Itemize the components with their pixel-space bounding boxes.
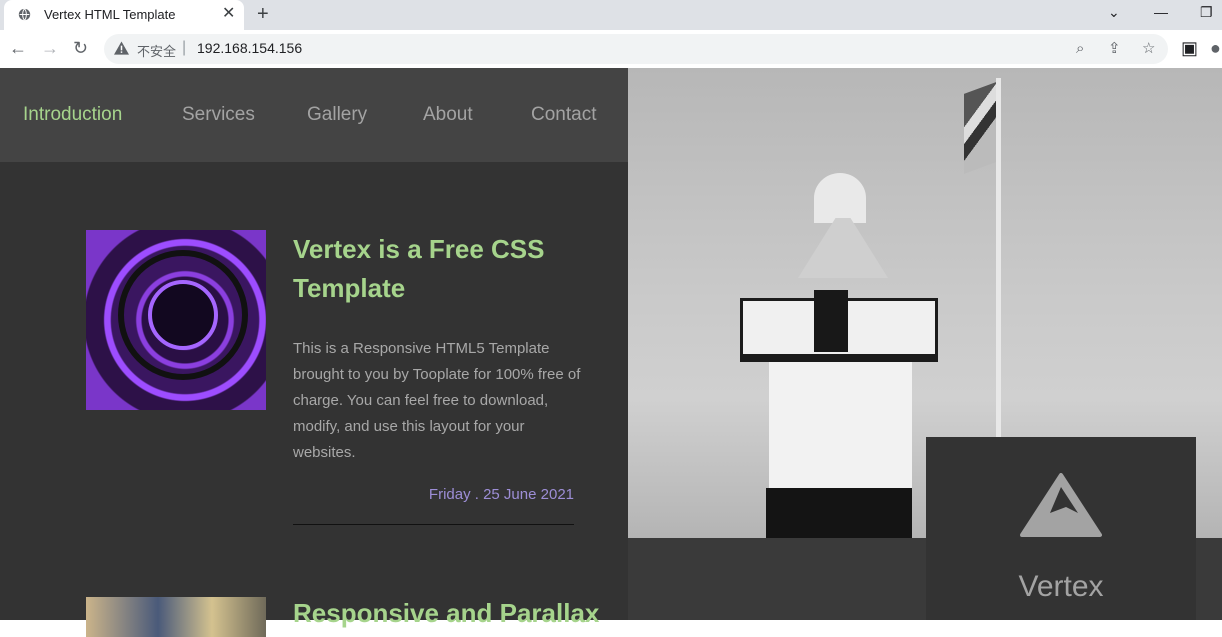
nav-introduction[interactable]: Introduction [23,104,122,126]
brand-name: Vertex [1018,570,1104,603]
lighthouse-door [814,290,848,352]
divider: | [182,39,187,56]
camera-lens-image [86,230,266,410]
nav-about[interactable]: About [423,104,473,126]
browser-tab[interactable]: Vertex HTML Template ✕ [4,0,244,30]
profile-icon[interactable]: ● [1210,38,1221,58]
address-bar-row: ← → ↻ 不安全 | 192.168.154.156 ⌕ ⇪ ☆ ▣ ● [0,30,1222,69]
back-arrow-icon[interactable]: ← [9,38,27,58]
lens-center [148,280,218,350]
nav-contact[interactable]: Contact [531,104,596,126]
new-tab-button[interactable]: + [257,3,269,25]
url-text[interactable]: 192.168.154.156 [197,40,302,56]
insecure-label[interactable]: 不安全 [137,41,176,60]
lighthouse-dome [814,173,866,223]
bookmark-star-icon[interactable]: ☆ [1142,40,1155,58]
warning-icon[interactable] [114,41,129,55]
zoom-icon[interactable]: ⌕ [1076,40,1084,58]
tab-title: Vertex HTML Template [44,7,176,22]
content-panel: Introduction Services Gallery About Cont… [0,68,628,637]
lighthouse-roof [798,218,888,278]
reload-icon[interactable]: ↻ [73,38,88,58]
nav-services[interactable]: Services [182,104,255,126]
divider-line [293,524,574,525]
article-title: Vertex is a Free CSS Template [293,234,545,303]
restore-button[interactable]: ❐ [1200,4,1213,20]
flag [964,82,996,174]
minimize-button[interactable]: — [1154,4,1168,20]
brand-logo-box: Vertex [926,437,1196,620]
article-title-2: Responsive and Parallax [293,598,600,628]
flag-pole [996,78,1001,448]
article-description: This is a Responsive HTML5 Template brou… [293,340,581,461]
share-icon[interactable]: ⇪ [1108,40,1121,58]
article-image [86,597,266,637]
forward-arrow-icon[interactable]: → [41,38,59,58]
side-panel-icon[interactable]: ▣ [1181,38,1198,58]
mountain-logo-icon [1020,473,1102,537]
article-date: Friday . 25 June 2021 [428,486,574,503]
omnibox[interactable]: 不安全 | 192.168.154.156 ⌕ ⇪ ☆ [104,34,1168,64]
browser-tab-bar: Vertex HTML Template ✕ + ⌄ — ❐ [0,0,1222,30]
globe-icon [18,8,31,21]
close-tab-icon[interactable]: ✕ [222,6,235,22]
main-nav: Introduction Services Gallery About Cont… [0,68,628,162]
lighthouse-white-band [769,362,912,488]
tab-search-icon[interactable]: ⌄ [1108,4,1120,20]
nav-gallery[interactable]: Gallery [307,104,367,126]
